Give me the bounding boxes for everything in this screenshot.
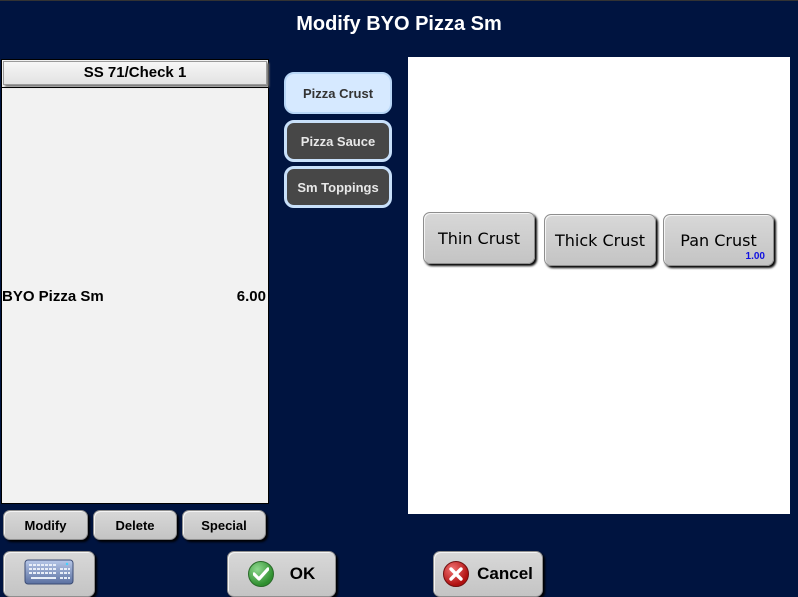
category-label: Pizza Crust [302, 85, 374, 101]
cancel-button-label: Cancel [477, 564, 533, 583]
check-item-price: 6.00 [236, 288, 266, 305]
x-circle-icon [443, 561, 470, 587]
option-price: 1.00 [745, 251, 765, 262]
option-label: Thin Crust [437, 228, 521, 248]
delete-button[interactable]: Delete [93, 510, 177, 540]
special-button[interactable]: Special [182, 510, 266, 540]
options-panel [408, 57, 790, 514]
cancel-button[interactable]: Cancel [433, 551, 543, 597]
modify-button-label: Modify [24, 517, 67, 533]
keyboard-icon [24, 558, 74, 591]
keyboard-button[interactable] [3, 551, 95, 597]
option-pan-crust[interactable]: Pan Crust 1.00 [663, 214, 774, 266]
check-item[interactable]: BYO Pizza Sm 6.00 [2, 288, 266, 305]
ok-button-label: OK [289, 564, 316, 583]
option-label: Pan Crust [680, 230, 757, 250]
modify-button[interactable]: Modify [3, 510, 88, 540]
category-pizza-crust[interactable]: Pizza Crust [284, 72, 392, 114]
option-thin-crust[interactable]: Thin Crust [423, 212, 535, 264]
special-button-label: Special [201, 517, 247, 533]
option-thick-crust[interactable]: Thick Crust [544, 214, 656, 266]
modify-item-screen: Modify BYO Pizza Sm SS 71/Check 1 BYO Pi… [0, 0, 798, 597]
divider [2, 87, 268, 88]
check-item-name: BYO Pizza Sm [2, 288, 104, 305]
category-sm-toppings[interactable]: Sm Toppings [284, 166, 392, 208]
delete-button-label: Delete [115, 517, 155, 533]
page-title: Modify BYO Pizza Sm [296, 13, 502, 35]
check-header[interactable]: SS 71/Check 1 [3, 61, 267, 85]
option-label: Thick Crust [554, 230, 645, 250]
category-label: Sm Toppings [297, 179, 379, 195]
ok-button[interactable]: OK [227, 551, 336, 597]
category-label: Pizza Sauce [300, 133, 376, 149]
check-panel: SS 71/Check 1 BYO Pizza Sm 6.00 [1, 59, 269, 504]
category-pizza-sauce[interactable]: Pizza Sauce [284, 120, 392, 162]
check-circle-icon [247, 561, 274, 587]
